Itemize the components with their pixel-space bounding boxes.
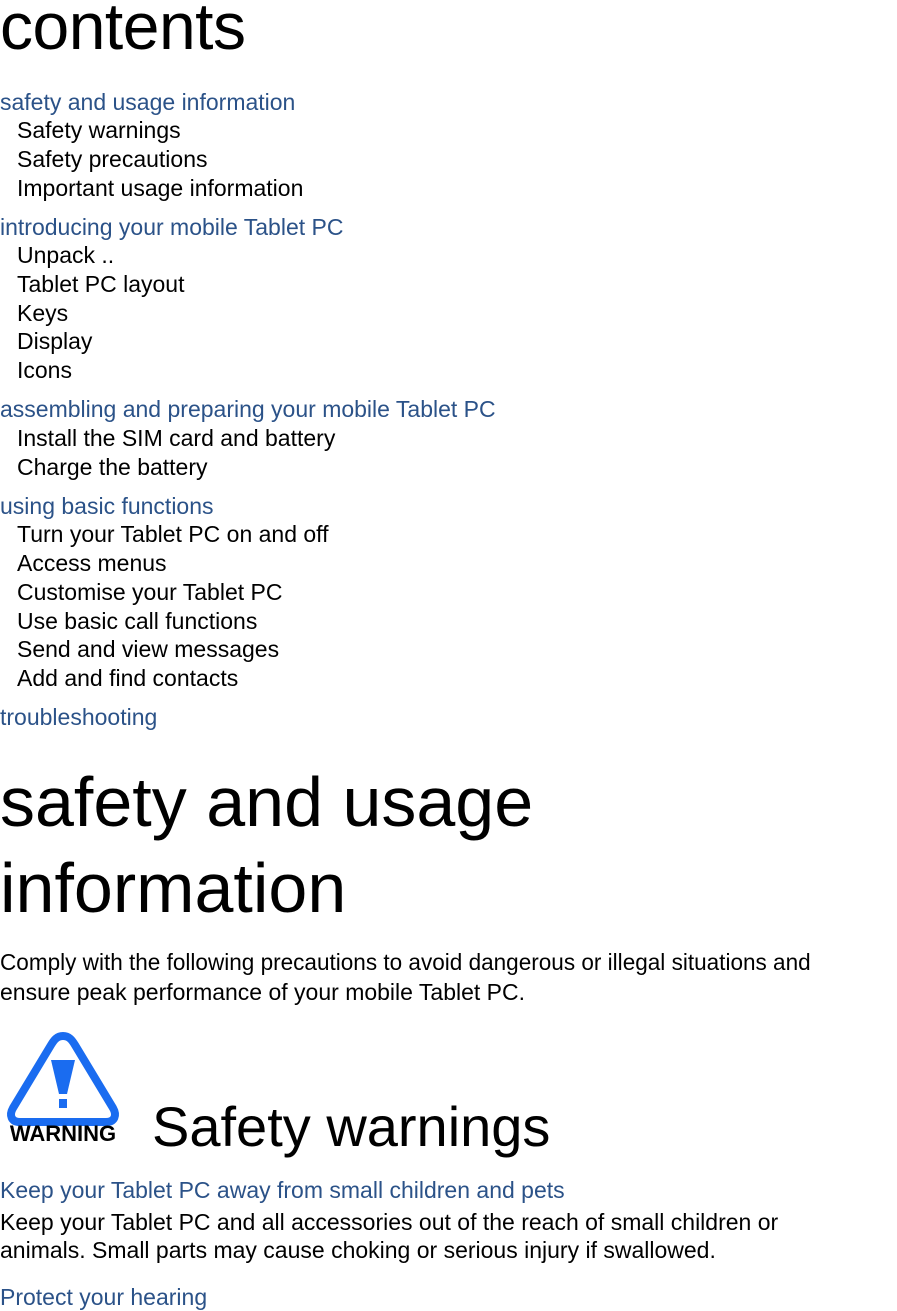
toc-item[interactable]: Turn your Tablet PC on and off — [17, 520, 329, 549]
toc-item[interactable]: Add and find contacts — [17, 664, 238, 693]
toc-item[interactable]: Customise your Tablet PC — [17, 578, 282, 607]
intro-line-2: ensure peak performance of your mobile T… — [0, 979, 526, 1005]
toc-item[interactable]: Important usage information — [17, 174, 303, 203]
chapter-title-line2: information — [0, 849, 347, 927]
toc-item[interactable]: Icons — [17, 356, 72, 385]
toc-item[interactable]: Access menus — [17, 549, 167, 578]
subsection-heading-children-pets: Keep your Tablet PC away from small chil… — [0, 1177, 565, 1203]
toc-heading-assembling[interactable]: assembling and preparing your mobile Tab… — [0, 395, 496, 423]
toc-item[interactable]: Keys — [17, 299, 68, 328]
toc-heading-introducing[interactable]: introducing your mobile Tablet PC — [0, 213, 343, 241]
toc-item[interactable]: Unpack .. — [17, 241, 114, 270]
toc-heading-basic-functions[interactable]: using basic functions — [0, 492, 214, 520]
contents-title: contents — [0, 0, 246, 63]
subsection-heading-hearing: Protect your hearing — [0, 1284, 208, 1310]
toc-item[interactable]: Use basic call functions — [17, 607, 257, 636]
section-title-safety-warnings: Safety warnings — [152, 1095, 551, 1158]
toc-item[interactable]: Install the SIM card and battery — [17, 424, 335, 453]
chapter-title-line1: safety and usage — [0, 763, 534, 841]
subsection-body-line-2: animals. Small parts may cause choking o… — [0, 1237, 716, 1263]
intro-line-1: Comply with the following precautions to… — [0, 949, 811, 975]
toc-item[interactable]: Safety warnings — [17, 116, 181, 145]
subsection-body-line-1: Keep your Tablet PC and all accessories … — [0, 1209, 779, 1235]
toc-item[interactable]: Display — [17, 327, 92, 356]
toc-heading-troubleshooting[interactable]: troubleshooting — [0, 703, 157, 731]
toc-heading-safety[interactable]: safety and usage information — [0, 88, 295, 116]
toc-item[interactable]: Send and view messages — [17, 635, 279, 664]
toc-item[interactable]: Tablet PC layout — [17, 270, 184, 299]
toc-item[interactable]: Safety precautions — [17, 145, 208, 174]
warning-label: WARNING — [9, 1121, 117, 1146]
toc-item[interactable]: Charge the battery — [17, 453, 208, 482]
